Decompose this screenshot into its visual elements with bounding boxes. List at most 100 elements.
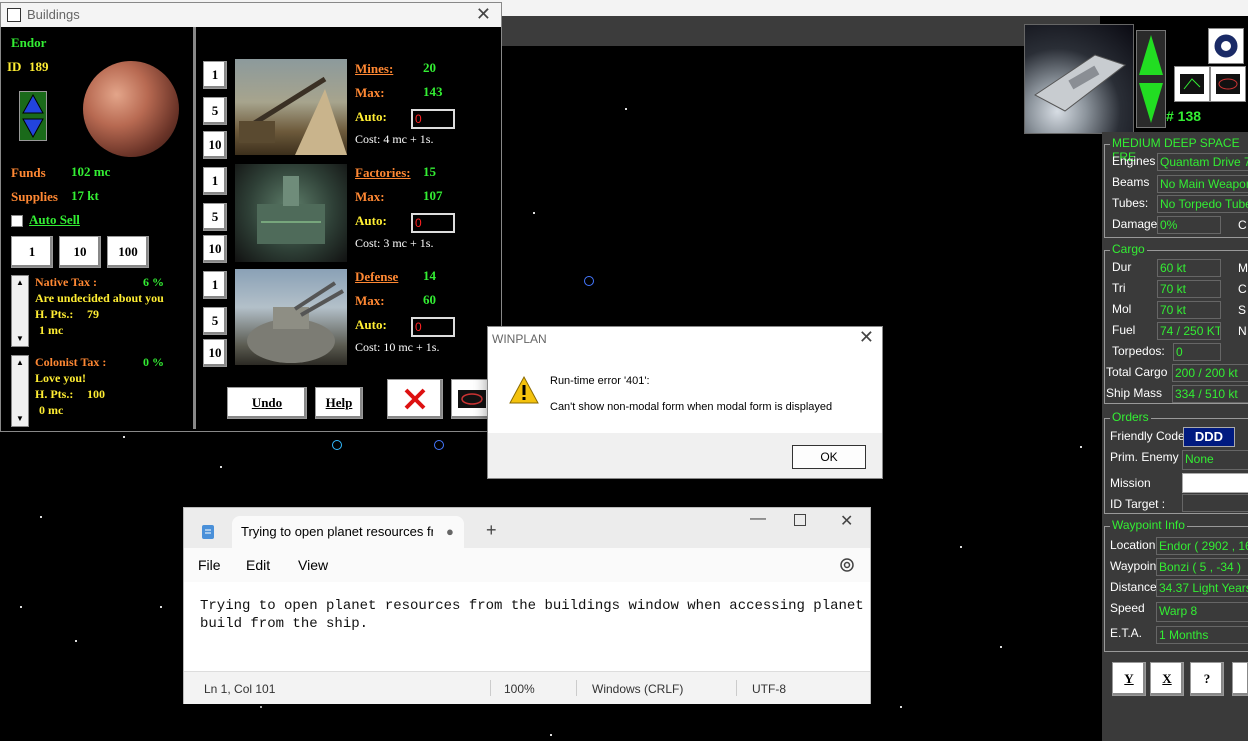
mines-step-5[interactable]: 5 [203,97,227,125]
status-divider [736,680,737,696]
prim-enemy-field[interactable]: None [1182,450,1248,470]
ship-nav-arrows[interactable] [1136,30,1166,128]
line-ending[interactable]: Windows (CRLF) [592,682,683,696]
map-button[interactable] [1174,66,1210,102]
ship-mass-label: Ship Mass [1106,386,1163,400]
prim-enemy-label: Prim. Enemy [1110,450,1179,464]
colonist-hpts-value: 100 [87,387,105,401]
encoding[interactable]: UTF-8 [752,682,786,696]
mines-max-label: Max: [355,85,385,100]
planet-marker[interactable] [434,440,444,450]
text-line-2: build from the ship. [200,616,369,632]
x-button[interactable]: X [1150,662,1184,696]
id-target-label: ID Target : [1110,497,1166,511]
cargo-side-c: C [1238,282,1247,296]
defense-auto-label: Auto: [355,317,387,332]
map-icon [1180,74,1204,94]
native-tax-scrollbar[interactable]: ▲ ▼ [11,275,29,347]
menu-view[interactable]: View [298,557,328,573]
new-tab-icon[interactable]: + [486,520,497,541]
colonist-income: 0 mc [39,403,64,417]
factories-max-label: Max: [355,189,385,204]
fleet-button[interactable] [1208,28,1244,64]
cancel-button[interactable] [387,379,443,419]
native-tax-label: Native Tax : [35,275,98,289]
native-hpts-label: H. Pts.: [35,307,74,321]
qty-button-10[interactable]: 10 [59,236,101,268]
factories-auto-label: Auto: [355,213,387,228]
notepad-app-icon [202,525,214,539]
colonist-tax-scrollbar[interactable]: ▲ ▼ [11,355,29,427]
scroll-down-icon[interactable]: ▼ [12,332,28,346]
maximize-icon[interactable] [794,514,806,526]
qty-button-100[interactable]: 100 [107,236,149,268]
up-down-arrow-icon [1139,35,1163,123]
gear-icon[interactable] [838,556,856,574]
error-dialog: WINPLAN ✕ Run-time error '401': Can't sh… [487,326,883,479]
window-icon [7,8,21,22]
close-icon[interactable]: ✕ [840,511,853,531]
status-divider [576,680,577,696]
planet-nav-arrows[interactable] [19,91,47,141]
defense-max: 60 [423,292,436,307]
mines-auto-input[interactable]: 0 [411,109,455,129]
factories-step-10[interactable]: 10 [203,235,227,263]
factories-step-1[interactable]: 1 [203,167,227,195]
menu-file[interactable]: File [198,557,221,573]
mines-max: 143 [423,84,443,99]
scroll-down-icon[interactable]: ▼ [12,412,28,426]
factories-step-5[interactable]: 5 [203,203,227,231]
minimize-icon[interactable]: — [750,510,766,528]
undo-button[interactable]: Undo [227,387,307,419]
close-icon[interactable]: ✕ [859,327,874,348]
auto-sell-checkbox[interactable] [11,215,23,227]
native-hpts-value: 79 [87,307,99,321]
mission-field[interactable] [1182,473,1248,493]
mines-step-1[interactable]: 1 [203,61,227,89]
factories-count: 15 [423,164,436,179]
close-icon[interactable]: ✕ [476,4,491,25]
eta-label: E.T.A. [1110,626,1143,640]
friendly-code-field[interactable]: DDD [1183,427,1235,447]
defense-count: 14 [423,268,436,283]
scroll-up-icon[interactable]: ▲ [12,276,28,290]
waypoint-legend: Waypoint Info [1110,518,1187,532]
document-tab[interactable]: Trying to open planet resources fro ● [232,516,464,548]
defense-auto-input[interactable]: 0 [411,317,455,337]
mines-step-10[interactable]: 10 [203,131,227,159]
mines-cost: Cost: 4 mc + 1s. [355,132,434,146]
ship-view-button[interactable] [1210,66,1246,102]
defense-step-5[interactable]: 5 [203,307,227,335]
defense-step-10[interactable]: 10 [203,339,227,367]
starmap-toolbar [500,16,1100,47]
scroll-up-icon[interactable]: ▲ [12,356,28,370]
help-question-button[interactable]: ? [1190,662,1224,696]
friendly-code-label: Friendly Code [1110,429,1185,443]
dur-label: Dur [1112,260,1132,274]
mines-auto-label: Auto: [355,109,387,124]
mol-value: 70 kt [1157,301,1221,319]
id-target-field[interactable] [1182,494,1248,512]
globe-icon [1213,33,1239,59]
menu-edit[interactable]: Edit [246,557,270,573]
zoom-level[interactable]: 100% [504,682,535,696]
qty-button-1[interactable]: 1 [11,236,53,268]
total-cargo-value: 200 / 200 kt [1172,364,1248,382]
extra-button[interactable] [1232,662,1248,696]
factories-image [235,164,347,262]
help-button[interactable]: Help [315,387,363,419]
ship-marker[interactable] [332,440,342,450]
ok-button[interactable]: OK [792,445,866,469]
defense-step-1[interactable]: 1 [203,271,227,299]
engines-value: Quantam Drive 7 [1157,153,1248,171]
beams-label: Beams [1112,175,1150,189]
window-title: Buildings [27,7,80,22]
y-button[interactable]: Y [1112,662,1146,696]
factories-name: Factories: [355,165,411,180]
speed-field[interactable]: Warp 8 [1156,602,1248,622]
planet-marker[interactable] [584,276,594,286]
cancel-x-icon [404,388,426,410]
unsaved-dot-icon[interactable]: ● [446,516,454,548]
factories-auto-input[interactable]: 0 [411,213,455,233]
text-editor[interactable]: Trying to open planet resources from the… [184,582,870,670]
